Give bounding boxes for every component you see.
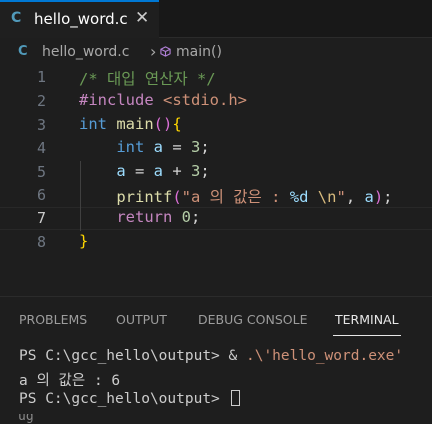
function-cube-icon — [160, 46, 171, 57]
breadcrumb: C hello_word.c › main() — [0, 41, 432, 65]
line-number: 5 — [36, 163, 46, 181]
terminal-line: a 의 값은 : 6 — [19, 373, 121, 389]
code-line: 4 int a = 3; — [0, 137, 432, 161]
tab-output[interactable]: OUTPUT — [116, 312, 167, 327]
line-number: 8 — [36, 233, 46, 251]
c-language-icon: C — [11, 10, 22, 26]
line-number: 7 — [36, 209, 46, 227]
terminal-line: PS C:\gcc_hello\output> & .\'hello_word.… — [19, 348, 404, 364]
code-text: return 0; — [116, 208, 201, 226]
breadcrumb-symbol[interactable]: main() — [176, 44, 222, 60]
tab-hello-word-c[interactable]: C hello_word.c ✕ — [0, 0, 159, 38]
code-text: int main(){ — [79, 115, 182, 133]
line-number: 1 — [36, 68, 46, 86]
c-language-icon: C — [18, 44, 28, 59]
code-line: 2 #include <stdio.h> — [0, 90, 432, 114]
code-line: 7 return 0; — [0, 207, 432, 231]
terminal-cursor — [230, 390, 240, 406]
close-icon[interactable]: ✕ — [135, 8, 149, 28]
code-text: /* 대입 연산자 */ — [79, 70, 216, 88]
line-number: 3 — [36, 116, 46, 134]
code-line: 5 a = a + 3; — [0, 161, 432, 185]
line-number: 6 — [36, 186, 46, 204]
tab-problems[interactable]: PROBLEMS — [19, 312, 87, 327]
line-number: 2 — [36, 92, 46, 110]
tab-debug-console[interactable]: DEBUG CONSOLE — [198, 312, 307, 327]
line-number: 4 — [36, 139, 46, 157]
code-editor[interactable]: 1 /* 대입 연산자 */ 2 #include <stdio.h> 3 in… — [0, 66, 432, 296]
chevron-right-icon: › — [150, 42, 157, 61]
tab-terminal[interactable]: TERMINAL — [335, 312, 399, 327]
code-line: 8 } — [0, 231, 432, 255]
bottom-panel: PROBLEMS OUTPUT DEBUG CONSOLE TERMINAL P… — [0, 296, 432, 424]
active-tab-indicator — [333, 335, 401, 336]
code-text: a = a + 3; — [116, 162, 210, 180]
code-line: 3 int main(){ — [0, 114, 432, 138]
editor-tab-bar: C hello_word.c ✕ — [0, 0, 432, 38]
breadcrumb-file[interactable]: hello_word.c — [42, 44, 129, 60]
code-line: 6 printf("a 의 값은 : %d \n", a); — [0, 184, 432, 208]
code-text: #include <stdio.h> — [79, 91, 247, 109]
terminal-line[interactable]: PS C:\gcc_hello\output> — [19, 390, 240, 407]
code-text: int a = 3; — [116, 138, 210, 156]
code-text: printf("a 의 값은 : %d \n", a); — [116, 188, 393, 206]
code-line: 1 /* 대입 연산자 */ — [0, 66, 432, 90]
tab-label: hello_word.c — [34, 10, 128, 28]
code-text: } — [79, 232, 89, 250]
